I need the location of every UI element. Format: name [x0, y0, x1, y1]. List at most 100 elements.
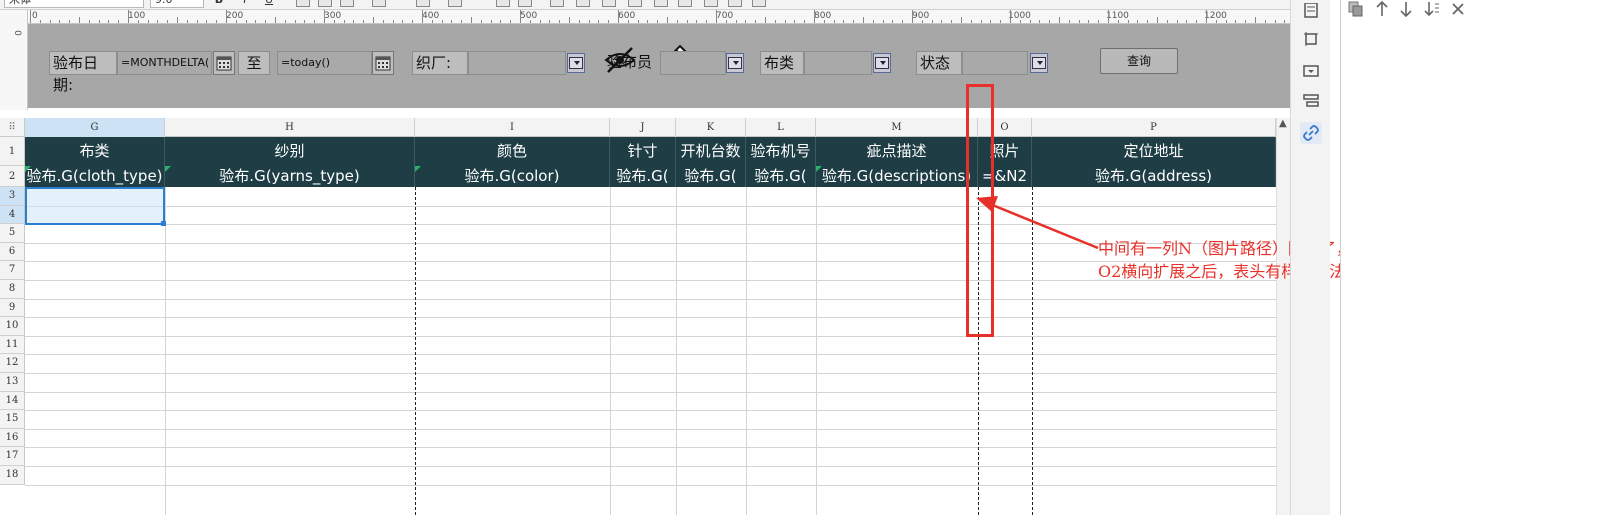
- data-cell-color[interactable]: 验布.G(color): [415, 166, 610, 187]
- row-header-18[interactable]: 18: [0, 466, 25, 485]
- cloth-type-combobox[interactable]: [804, 51, 872, 75]
- scroll-up-arrow-icon[interactable]: ▲: [1279, 118, 1287, 129]
- arrow-up-icon[interactable]: [1373, 0, 1391, 18]
- row-header-16[interactable]: 16: [0, 428, 25, 448]
- arrow-down-icon[interactable]: [1397, 0, 1415, 18]
- header-cell-address[interactable]: 定位地址: [1032, 137, 1276, 166]
- row-header-9[interactable]: 9: [0, 298, 25, 318]
- align-center-icon[interactable]: [318, 0, 332, 7]
- slash-icon[interactable]: [704, 0, 718, 7]
- mill-dropdown-icon[interactable]: [567, 53, 585, 73]
- ruler-tick: [559, 20, 561, 23]
- link-icon[interactable]: [1300, 122, 1322, 144]
- row-header-10[interactable]: 10: [0, 317, 25, 336]
- data-cell-cloth-type[interactable]: 验布.G(cloth_type): [25, 166, 165, 187]
- header-cell-cloth-type[interactable]: 布类: [25, 137, 165, 166]
- sheet-vertical-scrollbar[interactable]: ▲: [1276, 118, 1290, 515]
- font-name-select[interactable]: 宋体: [4, 0, 144, 8]
- row-header-4[interactable]: 4: [0, 205, 25, 225]
- data-cell-gauge[interactable]: 验布.G(: [610, 166, 676, 187]
- row-header-6[interactable]: 6: [0, 242, 25, 262]
- font-size-select[interactable]: 9.0: [150, 0, 204, 8]
- row-header-15[interactable]: 15: [0, 410, 25, 429]
- subreport-icon[interactable]: [752, 0, 766, 7]
- image-icon[interactable]: [678, 0, 692, 7]
- copy-icon[interactable]: [1347, 0, 1365, 18]
- header-cell-gauge[interactable]: 针寸: [610, 137, 676, 166]
- column-header-i[interactable]: I: [415, 118, 610, 137]
- cloth-type-dropdown-icon[interactable]: [873, 53, 891, 73]
- row-header-17[interactable]: 17: [0, 447, 25, 466]
- row-header-3[interactable]: 3: [0, 187, 25, 206]
- inspector-dropdown-icon[interactable]: [726, 53, 744, 73]
- header-cell-inspection-machine[interactable]: 验布机号: [746, 137, 816, 166]
- date-to-input[interactable]: =today(): [277, 51, 372, 75]
- column-header-k[interactable]: K: [676, 118, 746, 137]
- date-to-calendar-icon[interactable]: [372, 51, 394, 75]
- row-header-8[interactable]: 8: [0, 280, 25, 299]
- data-cell-defect-desc[interactable]: 验布.G(descriptions): [816, 166, 978, 187]
- row-header-12[interactable]: 12: [0, 354, 25, 373]
- insert-table-icon[interactable]: [518, 0, 532, 7]
- fill-color-icon[interactable]: [416, 0, 430, 7]
- row-header-2[interactable]: 2: [0, 166, 25, 187]
- header-cell-color[interactable]: 颜色: [415, 137, 610, 166]
- column-header-j[interactable]: J: [610, 118, 676, 137]
- query-button[interactable]: 查询: [1100, 48, 1178, 74]
- inspector-combobox[interactable]: [660, 51, 726, 75]
- insert-ab-icon[interactable]: [576, 0, 590, 7]
- ruler-tick: [1235, 20, 1237, 23]
- column-header-m[interactable]: M: [816, 118, 978, 137]
- bar-chart-icon[interactable]: [654, 0, 668, 7]
- file-icon[interactable]: [728, 0, 742, 7]
- underline-button[interactable]: U: [262, 0, 276, 8]
- border-icon[interactable]: [372, 0, 386, 7]
- header-cell-yarn[interactable]: 纱别: [165, 137, 415, 166]
- fill-handle[interactable]: [161, 221, 166, 226]
- date-from-calendar-icon[interactable]: [213, 51, 235, 75]
- selected-cell-range[interactable]: [25, 187, 165, 225]
- cell-attributes-icon[interactable]: [1300, 0, 1322, 22]
- row-header-11[interactable]: 11: [0, 335, 25, 355]
- row-header-13[interactable]: 13: [0, 373, 25, 392]
- report-grid[interactable]: 布类 纱别 颜色 针寸 开机台数 验布机号 疵点描述 照片 定位地址 验布.G(…: [25, 137, 1277, 515]
- row-header-1[interactable]: 1: [0, 137, 25, 166]
- italic-button[interactable]: I: [238, 0, 252, 8]
- data-cell-yarn[interactable]: 验布.G(yarns_type): [165, 166, 415, 187]
- status-combobox[interactable]: [962, 51, 1028, 75]
- bold-button[interactable]: B: [212, 0, 226, 8]
- column-header-h[interactable]: H: [165, 118, 415, 137]
- widget-icon[interactable]: [1300, 60, 1322, 82]
- mill-combobox[interactable]: [468, 51, 566, 75]
- formula-fx-icon[interactable]: [628, 0, 642, 7]
- move-bottom-icon[interactable]: [1423, 0, 1441, 18]
- row-header-14[interactable]: 14: [0, 391, 25, 411]
- frame-icon[interactable]: [1300, 28, 1322, 50]
- style-icon[interactable]: [1300, 90, 1322, 112]
- row-header-5[interactable]: 5: [0, 224, 25, 243]
- status-dropdown-icon[interactable]: [1030, 53, 1048, 73]
- column-header-g[interactable]: G: [25, 118, 165, 137]
- align-left-icon[interactable]: [296, 0, 310, 7]
- ruler-tick: [196, 20, 198, 23]
- ruler-tick: [755, 20, 757, 23]
- data-cell-machine-count[interactable]: 验布.G(: [676, 166, 746, 187]
- row-header-7[interactable]: 7: [0, 261, 25, 280]
- ruler-tick: [79, 17, 80, 23]
- column-header-l[interactable]: L: [746, 118, 816, 137]
- formula-icon[interactable]: [602, 0, 616, 7]
- grid-row-line: [25, 373, 1276, 374]
- align-right-icon[interactable]: [340, 0, 354, 7]
- select-all-corner[interactable]: ⠿: [0, 118, 25, 137]
- insert-chart-icon[interactable]: [496, 0, 510, 7]
- font-color-icon[interactable]: [448, 0, 462, 7]
- data-cell-inspection-machine[interactable]: 验布.G(: [746, 166, 816, 187]
- header-cell-machine-count[interactable]: 开机台数: [676, 137, 746, 166]
- data-cell-address[interactable]: 验布.G(address): [1032, 166, 1276, 187]
- column-header-p[interactable]: P: [1032, 118, 1276, 137]
- insert-text-icon[interactable]: [550, 0, 564, 7]
- ruler-tick: [431, 20, 433, 23]
- header-cell-defect-desc[interactable]: 疵点描述: [816, 137, 978, 166]
- date-from-input[interactable]: =MONTHDELTA(: [117, 51, 212, 75]
- close-icon[interactable]: [1449, 0, 1467, 18]
